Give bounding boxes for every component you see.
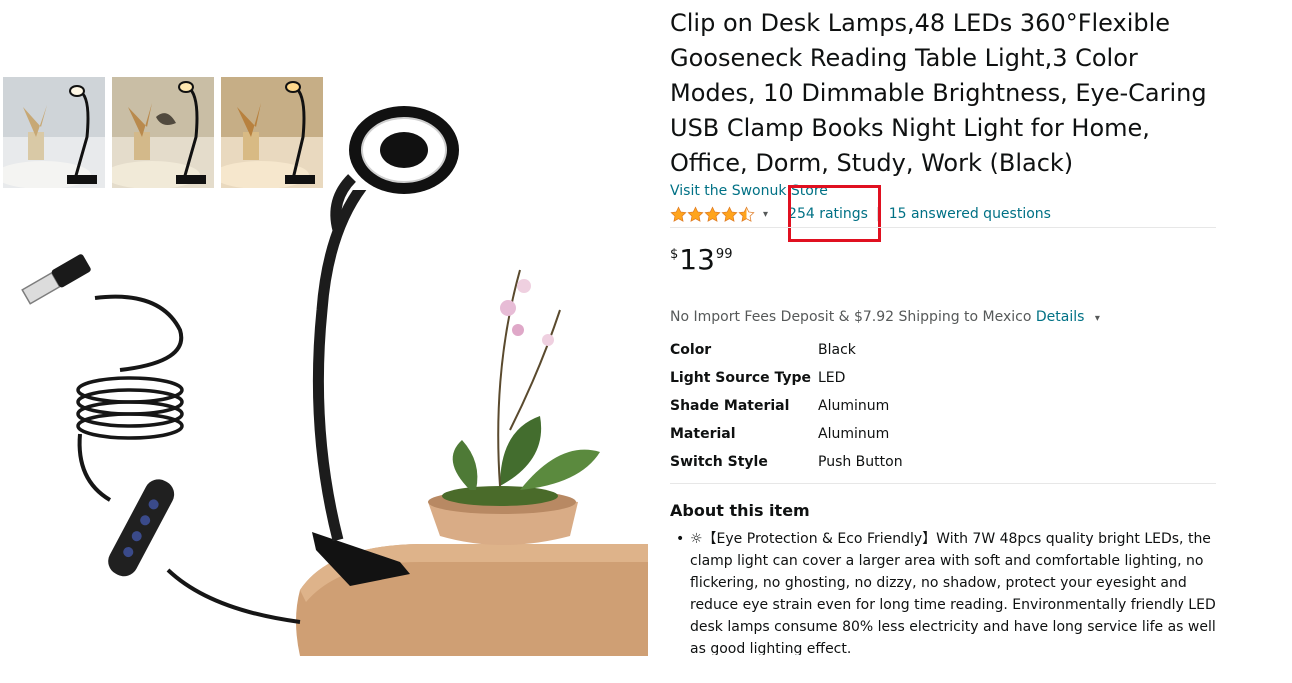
shipping-details-link[interactable]: Details — [1036, 309, 1085, 325]
ratings-count-link[interactable]: 254 ratings — [788, 206, 868, 222]
attribute-row: Switch Style Push Button — [670, 448, 903, 476]
main-product-image[interactable] — [0, 190, 648, 656]
product-attributes-table: Color Black Light Source Type LED Shade … — [670, 336, 903, 476]
attribute-value: Push Button — [818, 454, 903, 470]
shipping-info: No Import Fees Deposit & $7.92 Shipping … — [670, 309, 1100, 325]
chevron-down-icon[interactable]: ▾ — [1095, 313, 1100, 324]
attribute-value: Aluminum — [818, 426, 890, 442]
answered-questions-link[interactable]: 15 answered questions — [889, 206, 1051, 222]
attribute-row: Material Aluminum — [670, 420, 903, 448]
divider — [670, 483, 1216, 484]
separator: | — [875, 206, 881, 222]
attribute-label: Switch Style — [670, 454, 768, 470]
shipping-text: No Import Fees Deposit & $7.92 Shipping … — [670, 309, 1032, 325]
attribute-row: Color Black — [670, 336, 903, 364]
list-item: ☼【Eye Protection & Eco Friendly】With 7W … — [676, 528, 1216, 655]
attribute-value: Aluminum — [818, 398, 890, 414]
thumbnail-strip — [3, 77, 323, 188]
price: $ 13 99 — [670, 242, 732, 278]
attribute-label: Light Source Type — [670, 370, 812, 386]
product-title: Clip on Desk Lamps,48 LEDs 360°Flexible … — [670, 9, 1207, 177]
price-fraction: 99 — [715, 247, 733, 262]
attribute-row: Shade Material Aluminum — [670, 392, 903, 420]
about-bullets: ☼【Eye Protection & Eco Friendly】With 7W … — [670, 528, 1216, 655]
price-whole: 13 — [679, 243, 715, 276]
attribute-label: Shade Material — [670, 398, 790, 414]
divider — [670, 227, 1216, 228]
star-icon — [704, 205, 721, 222]
chevron-down-icon[interactable]: ▾ — [763, 209, 768, 220]
attribute-value: LED — [818, 370, 846, 386]
rating-row: ▾ 254 ratings | 15 answered questions — [670, 185, 1051, 242]
attribute-value: Black — [818, 342, 856, 358]
star-rating[interactable] — [670, 205, 755, 223]
store-link[interactable]: Visit the Swonuk Store — [670, 183, 828, 199]
attribute-row: Light Source Type LED — [670, 364, 903, 392]
star-icon — [687, 205, 704, 222]
star-half-icon — [738, 205, 755, 222]
price-symbol: $ — [670, 247, 679, 262]
about-heading: About this item — [670, 501, 810, 520]
attribute-label: Material — [670, 426, 736, 442]
thumbnail-image-2[interactable] — [112, 77, 214, 188]
star-icon — [670, 205, 687, 222]
thumbnail-image-1[interactable] — [3, 77, 105, 188]
lamp-head-image — [330, 106, 459, 232]
attribute-label: Color — [670, 342, 712, 358]
product-image-gallery — [0, 0, 650, 683]
star-icon — [721, 205, 738, 222]
